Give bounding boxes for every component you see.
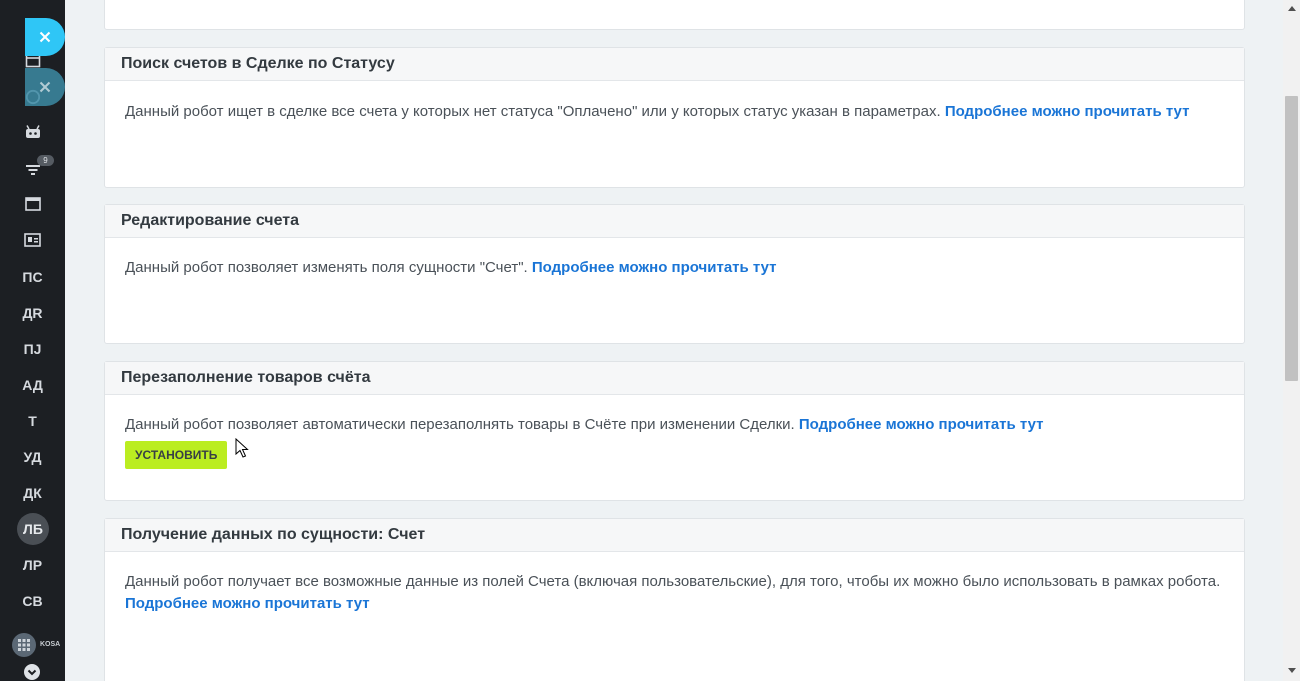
read-more-link[interactable]: Подробнее можно прочитать тут [532, 259, 777, 276]
window-icon[interactable] [0, 189, 65, 219]
robot-card: Перезаполнение товаров счёта Данный робо… [104, 361, 1245, 501]
logo-text: KOSA ВСЁ П [40, 641, 62, 648]
filter-count-badge: 9 [37, 155, 54, 166]
scroll-down-icon[interactable] [1287, 666, 1296, 675]
read-more-link[interactable]: Подробнее можно прочитать тут [125, 595, 370, 612]
card-header: Перезаполнение товаров счёта [105, 362, 1244, 395]
card-body: Данный робот позволяет изменять поля сущ… [105, 238, 1244, 279]
card-body: Данный робот ищет в сделке все счета у к… [105, 81, 1244, 123]
sidebar-item-9[interactable]: СВ [0, 586, 65, 616]
sidebar-item-1[interactable]: ПС [0, 262, 65, 292]
close-slider-button-secondary[interactable] [25, 68, 65, 106]
sidebar-item-4[interactable]: АД [0, 370, 65, 400]
sidebar-item-6[interactable]: УД [0, 442, 65, 472]
card-description: Данный робот ищет в сделке все счета у к… [125, 103, 941, 120]
read-more-link[interactable]: Подробнее можно прочитать тут [945, 103, 1190, 120]
logo-grid-icon [12, 633, 36, 657]
card-title: Поиск счетов в Сделке по Статусу [121, 55, 395, 72]
card-title: Редактирование счета [121, 212, 300, 229]
sidebar-item-active[interactable]: ЛБ [17, 513, 49, 545]
close-icon [39, 31, 51, 43]
card-title: Получение данных по сущности: Счет [121, 526, 426, 543]
mouse-cursor-icon [235, 438, 249, 458]
close-slider-button[interactable] [25, 18, 65, 56]
sidebar-item-2[interactable]: ДR [0, 298, 65, 328]
install-button[interactable]: УСТАНОВИТЬ [125, 441, 228, 469]
chevron-down-icon[interactable] [24, 664, 40, 680]
card-body: Данный робот получает все возможные данн… [105, 552, 1244, 615]
contact-card-icon[interactable] [0, 225, 65, 255]
robot-card: Редактирование счета Данный робот позвол… [104, 204, 1245, 344]
sidebar-item-7[interactable]: ДК [0, 478, 65, 508]
card-header: Получение данных по сущности: Счет [105, 519, 1244, 552]
robots-list: Поиск счетов в Сделке по Статусу Данный … [65, 0, 1283, 681]
scroll-up-icon[interactable] [1287, 4, 1296, 13]
vertical-scrollbar[interactable] [1283, 0, 1300, 681]
read-more-link[interactable]: Подробнее можно прочитать тут [799, 416, 1044, 433]
sidebar-item-3[interactable]: ПJ [0, 334, 65, 364]
robot-card: Получение данных по сущности: Счет Данны… [104, 518, 1245, 681]
company-logo[interactable]: KOSA ВСЁ П [12, 632, 65, 658]
sidebar-item-8[interactable]: ЛР [0, 550, 65, 580]
card-body: Данный робот позволяет автоматически пер… [105, 395, 1244, 469]
sidebar-item-5[interactable]: Т [0, 406, 65, 436]
card-description: Данный робот позволяет изменять поля сущ… [125, 259, 528, 276]
card-header: Поиск счетов в Сделке по Статусу [105, 48, 1244, 81]
card-title: Перезаполнение товаров счёта [121, 369, 371, 386]
filter-icon[interactable] [0, 155, 65, 185]
robot-card: Поиск счетов в Сделке по Статусу Данный … [104, 47, 1245, 188]
card-description: Данный робот получает все возможные данн… [125, 573, 1221, 590]
card-description: Данный робот позволяет автоматически пер… [125, 416, 795, 433]
robot-icon[interactable] [0, 117, 65, 147]
card-header: Редактирование счета [105, 205, 1244, 238]
scroll-thumb[interactable] [1285, 96, 1298, 381]
robot-card-partial [104, 0, 1245, 30]
close-icon [39, 81, 51, 93]
